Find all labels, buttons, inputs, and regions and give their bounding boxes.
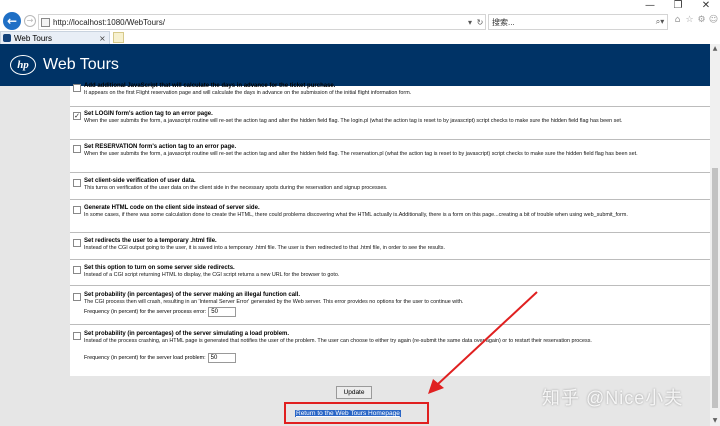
settings-gear-icon[interactable]: ⚙	[696, 15, 707, 25]
favorites-star-icon[interactable]: ☆	[684, 15, 695, 25]
dropdown-icon[interactable]: ▾	[465, 18, 475, 27]
frequency-input[interactable]: 50	[208, 307, 237, 317]
option-description: In some cases, if there was some calcula…	[84, 212, 628, 218]
divider	[70, 285, 712, 286]
forward-arrow-icon: →	[26, 16, 34, 25]
search-box[interactable]: 搜索... ⌕▾	[488, 14, 668, 30]
update-button[interactable]: Update	[336, 386, 372, 399]
back-button[interactable]: ←	[3, 12, 21, 30]
search-input[interactable]: 搜索...	[492, 17, 653, 28]
option-description: When the user submits the form, a javasc…	[84, 118, 623, 124]
scroll-down-icon[interactable]: ▼	[710, 416, 720, 426]
new-tab-button[interactable]	[113, 32, 124, 43]
watermark: 知乎 @Nice小夫	[542, 388, 684, 408]
option-checkbox[interactable]	[73, 84, 81, 92]
divider	[70, 259, 712, 260]
vertical-scrollbar[interactable]: ▲ ▼	[710, 44, 720, 426]
option-title: Set probability (in percentages) of the …	[84, 292, 301, 298]
option-checkbox[interactable]: ✓	[73, 112, 81, 120]
frequency-row: Frequency (in percent) for the server lo…	[84, 353, 236, 363]
option-checkbox[interactable]	[73, 206, 81, 214]
window-controls: — ❐ ✕	[636, 0, 720, 12]
frequency-input[interactable]: 50	[207, 353, 236, 363]
option-description: Instead of the CGI output going to the u…	[84, 245, 445, 251]
scroll-thumb[interactable]	[712, 168, 718, 408]
option-description: Instead of a CGI script returning HTML t…	[84, 272, 340, 278]
option-checkbox[interactable]	[73, 145, 81, 153]
divider	[70, 172, 712, 173]
option-checkbox[interactable]	[73, 266, 81, 274]
option-description: When the user submits the form, a javasc…	[84, 151, 638, 157]
search-icon[interactable]: ⌕▾	[653, 17, 667, 27]
options-panel: Add additional JavaScript that will calc…	[70, 83, 712, 376]
tab-label: Web Tours	[14, 33, 52, 43]
frequency-row: Frequency (in percent) for the server pr…	[84, 307, 237, 317]
frequency-label: Frequency (in percent) for the server lo…	[84, 355, 206, 361]
option-checkbox[interactable]	[73, 293, 81, 301]
page-header: hp Web Tours	[0, 44, 710, 86]
option-title: Set probability (in percentages) of the …	[84, 331, 290, 337]
divider	[70, 232, 712, 233]
divider	[70, 324, 712, 325]
forward-button[interactable]: →	[24, 15, 36, 27]
brand-title: Web Tours	[43, 56, 119, 73]
home-icon[interactable]: ⌂	[672, 15, 683, 25]
browser-chrome: — ❐ ✕ ← → http://localhost:1080/WebTours…	[0, 0, 720, 44]
favicon-icon	[3, 34, 11, 42]
option-description: This turns on verification of the user d…	[84, 185, 388, 191]
maximize-button[interactable]: ❐	[664, 0, 692, 12]
divider	[70, 106, 712, 107]
minimize-button[interactable]: —	[636, 0, 664, 12]
option-title: Set RESERVATION form's action tag to an …	[84, 144, 237, 150]
tab-web-tours[interactable]: Web Tours ×	[0, 31, 110, 44]
option-title: Set redirects the user to a temporary .h…	[84, 238, 217, 244]
divider	[70, 199, 712, 200]
option-title: Set this option to turn on some server s…	[84, 265, 235, 271]
toolbar-icons: ⌂ ☆ ⚙ ☺	[672, 15, 719, 25]
option-checkbox[interactable]	[73, 332, 81, 340]
close-window-button[interactable]: ✕	[692, 0, 720, 12]
smiley-icon[interactable]: ☺	[708, 15, 719, 25]
refresh-icon[interactable]: ↻	[475, 18, 485, 27]
return-homepage-link[interactable]: Return to the Web Tours Homepage	[295, 410, 401, 417]
option-description: The CGI process then will crash, resulti…	[84, 299, 464, 305]
address-bar[interactable]: http://localhost:1080/WebTours/ ▾ ↻	[38, 14, 486, 30]
page-icon	[41, 17, 50, 27]
close-tab-icon[interactable]: ×	[99, 34, 109, 43]
back-arrow-icon: ←	[6, 14, 18, 28]
url-text[interactable]: http://localhost:1080/WebTours/	[53, 18, 465, 27]
frequency-label: Frequency (in percent) for the server pr…	[84, 309, 207, 315]
option-title: Set LOGIN form's action tag to an error …	[84, 111, 213, 117]
option-description: It appears on the first Flight reservati…	[84, 90, 412, 96]
option-title: Set client-side verification of user dat…	[84, 178, 196, 184]
option-title: Add additional JavaScript that will calc…	[84, 83, 336, 89]
option-checkbox[interactable]	[73, 179, 81, 187]
option-checkbox[interactable]	[73, 239, 81, 247]
scroll-up-icon[interactable]: ▲	[710, 44, 720, 54]
divider	[70, 139, 712, 140]
content-area: Add additional JavaScript that will calc…	[0, 83, 712, 426]
option-description: Instead of the process crashing, an HTML…	[84, 338, 592, 344]
hp-logo: hp	[10, 55, 36, 75]
option-title: Generate HTML code on the client side in…	[84, 205, 260, 211]
